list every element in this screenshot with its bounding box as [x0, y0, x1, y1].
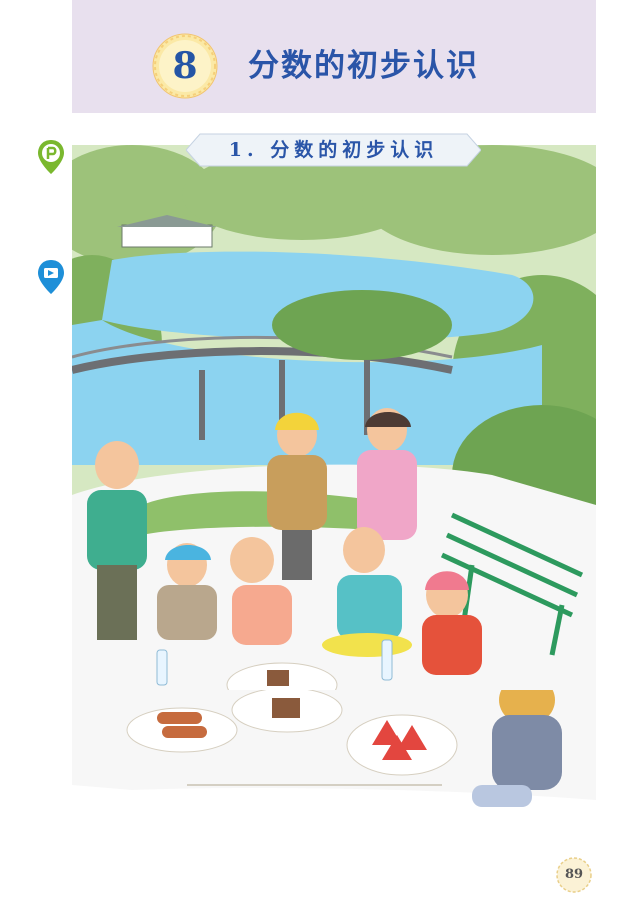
- chapter-number: 8: [172, 45, 198, 87]
- chapter-title: 分数的初步认识: [248, 48, 479, 84]
- green-pin-icon[interactable]: [36, 138, 66, 178]
- children-picnic-by-lake-illustration: [72, 145, 596, 690]
- section-title: 1. 分数的初步认识: [228, 139, 439, 161]
- blue-pin-icon[interactable]: [36, 258, 66, 298]
- section-ribbon: 1. 分数的初步认识: [186, 132, 481, 168]
- page-number-badge: 89: [554, 855, 594, 895]
- picnic-foreground-illustration: [72, 675, 596, 840]
- page-number: 89: [564, 867, 584, 882]
- chapter-badge: 8: [150, 31, 220, 101]
